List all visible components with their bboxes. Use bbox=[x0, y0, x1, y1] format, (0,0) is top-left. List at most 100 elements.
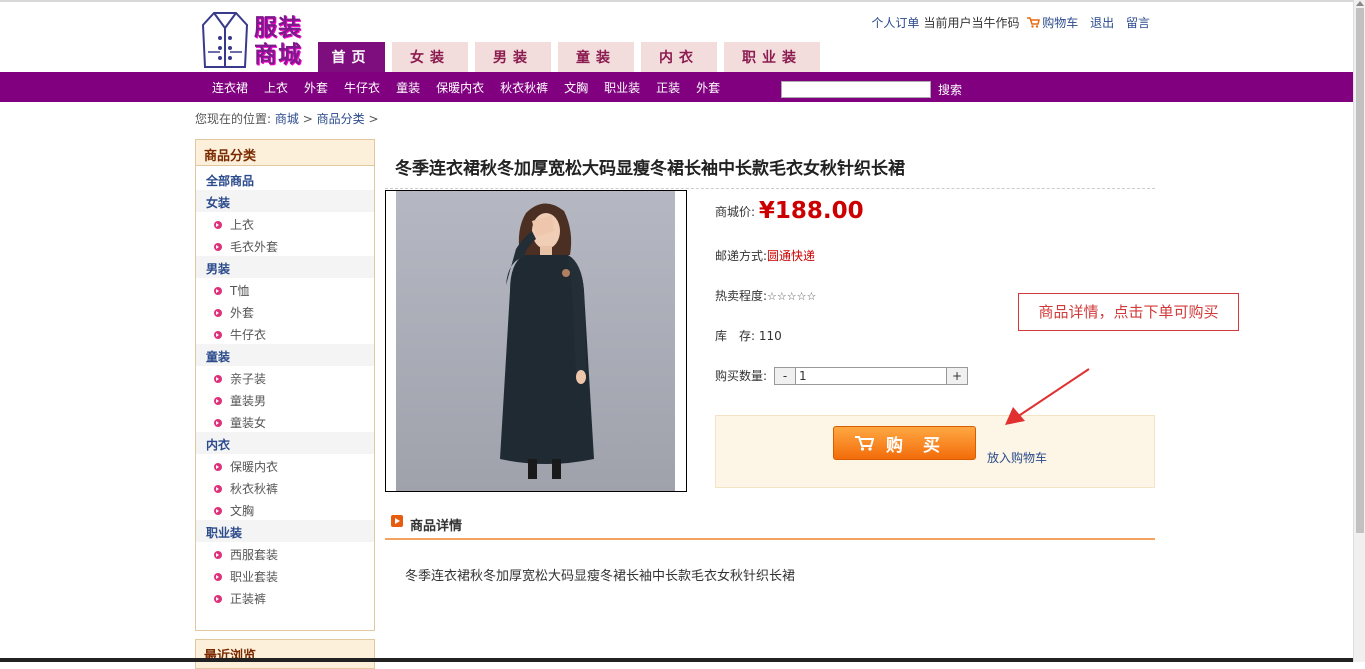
logo-text-line1: 服装 bbox=[254, 14, 302, 41]
nav-item[interactable]: 文胸 bbox=[564, 79, 588, 96]
sidebar-subcategory-label: 正装裤 bbox=[230, 592, 267, 606]
tab-underwear[interactable]: 内衣 bbox=[641, 42, 717, 72]
add-to-cart-link[interactable]: 放入购物车 bbox=[987, 449, 1047, 466]
sidebar-all-products[interactable]: 全部商品 bbox=[196, 166, 374, 190]
bullet-icon bbox=[214, 595, 222, 603]
page-scrollbar[interactable] bbox=[1353, 0, 1365, 662]
sidebar-subcategory[interactable]: 文胸 bbox=[196, 498, 374, 520]
sidebar-subcategory[interactable]: 童装男 bbox=[196, 388, 374, 410]
breadcrumb-separator: > bbox=[368, 112, 379, 126]
sidebar-subcategory[interactable]: 外套 bbox=[196, 300, 374, 322]
stock-value: 110 bbox=[758, 329, 782, 343]
product-image[interactable] bbox=[396, 191, 675, 491]
quantity-label: 购买数量: bbox=[715, 369, 768, 383]
arrow-right-icon bbox=[391, 515, 403, 527]
nav-item[interactable]: 外套 bbox=[696, 79, 720, 96]
sidebar-subcategory-label: 文胸 bbox=[230, 504, 255, 518]
nav-item[interactable]: 童装 bbox=[396, 79, 420, 96]
annotation-arrow-icon bbox=[1005, 368, 1090, 425]
tab-women[interactable]: 女装 bbox=[392, 42, 468, 72]
detail-heading: 商品详情 bbox=[410, 519, 463, 534]
sidebar-subcategory-label: T恤 bbox=[230, 284, 250, 298]
nav-item[interactable]: 连衣裙 bbox=[212, 79, 248, 96]
main-tabs: 首页 女装 男装 童装 内衣 职业装 bbox=[318, 42, 827, 72]
bullet-icon bbox=[214, 331, 222, 339]
sidebar-subcategory[interactable]: 上衣 bbox=[196, 212, 374, 234]
buy-button[interactable]: 购买 bbox=[833, 426, 976, 460]
dress-photo-icon bbox=[396, 191, 675, 491]
bullet-icon bbox=[214, 419, 222, 427]
nav-item[interactable]: 正装 bbox=[656, 79, 680, 96]
scroll-up-icon[interactable] bbox=[1356, 1, 1364, 6]
sidebar-category[interactable]: 童装 bbox=[196, 344, 374, 366]
tab-kids[interactable]: 童装 bbox=[558, 42, 634, 72]
sidebar-subcategory[interactable]: 毛衣外套 bbox=[196, 234, 374, 256]
sidebar-category[interactable]: 女装 bbox=[196, 190, 374, 212]
sidebar-subcategory-label: 童装女 bbox=[230, 416, 267, 430]
sidebar-subcategory[interactable]: 职业套装 bbox=[196, 564, 374, 586]
quantity-minus-button[interactable]: - bbox=[774, 367, 796, 385]
bullet-icon bbox=[214, 375, 222, 383]
breadcrumb-item[interactable]: 商城 bbox=[275, 112, 299, 126]
nav-item[interactable]: 保暖内衣 bbox=[436, 79, 484, 96]
tab-home[interactable]: 首页 bbox=[318, 42, 385, 72]
sidebar-category[interactable]: 内衣 bbox=[196, 432, 374, 454]
sidebar-subcategory-label: 牛仔衣 bbox=[230, 328, 267, 342]
stock-label: 库 存: bbox=[715, 329, 756, 343]
sidebar-subcategory[interactable]: 秋衣秋裤 bbox=[196, 476, 374, 498]
bullet-icon bbox=[214, 463, 222, 471]
nav-item[interactable]: 职业装 bbox=[604, 79, 640, 96]
product-image-frame bbox=[385, 190, 687, 492]
bullet-icon bbox=[214, 221, 222, 229]
navbar-items: 连衣裙 上衣 外套 牛仔衣 童装 保暖内衣 秋衣秋裤 文胸 职业装 正装 外套 bbox=[204, 72, 728, 102]
nav-item[interactable]: 上衣 bbox=[264, 79, 288, 96]
hot-stars: ☆☆☆☆☆ bbox=[767, 290, 817, 303]
detail-section-header: 商品详情 bbox=[385, 512, 1155, 540]
cart-link[interactable]: 购物车 bbox=[1027, 16, 1078, 30]
bullet-icon bbox=[214, 287, 222, 295]
current-user-label: 当前用户 bbox=[923, 16, 972, 30]
price-row: 商城价: ¥188.00 bbox=[715, 198, 864, 224]
tab-workwear[interactable]: 职业装 bbox=[724, 42, 820, 72]
site-logo[interactable]: 服装 商城 bbox=[200, 10, 310, 72]
scrollbar-thumb[interactable] bbox=[1356, 8, 1364, 533]
quantity-plus-button[interactable]: + bbox=[946, 367, 968, 385]
sidebar-subcategory-label: 上衣 bbox=[230, 218, 255, 232]
sidebar-subcategory-label: 外套 bbox=[230, 306, 255, 320]
nav-item[interactable]: 外套 bbox=[304, 79, 328, 96]
nav-item[interactable]: 秋衣秋裤 bbox=[500, 79, 548, 96]
shipping-row: 邮递方式:圆通快递 bbox=[715, 247, 815, 264]
hot-label: 热卖程度: bbox=[715, 289, 768, 303]
sidebar-subcategory[interactable]: 亲子装 bbox=[196, 366, 374, 388]
sidebar-subcategory[interactable]: 童装女 bbox=[196, 410, 374, 432]
quantity-stepper: - 1 + bbox=[774, 367, 968, 385]
logout-link[interactable]: 退出 bbox=[1090, 16, 1114, 30]
cart-icon bbox=[1027, 17, 1041, 28]
product-title: 冬季连衣裙秋冬加厚宽松大码显瘦冬裙长袖中长款毛衣女秋针织长裙 bbox=[395, 159, 905, 179]
bottom-bar bbox=[0, 658, 1353, 662]
search-button[interactable]: 搜索 bbox=[938, 81, 962, 98]
sidebar-subcategory-label: 西服套装 bbox=[230, 548, 279, 562]
shipping-label: 邮递方式: bbox=[715, 249, 768, 263]
sidebar-subcategory[interactable]: 牛仔衣 bbox=[196, 322, 374, 344]
bullet-icon bbox=[214, 551, 222, 559]
search-input[interactable] bbox=[781, 81, 931, 98]
quantity-input[interactable]: 1 bbox=[796, 367, 946, 385]
sidebar-category[interactable]: 职业装 bbox=[196, 520, 374, 542]
sidebar-subcategory[interactable]: 保暖内衣 bbox=[196, 454, 374, 476]
bullet-icon bbox=[214, 507, 222, 515]
price-label: 商城价: bbox=[715, 205, 756, 219]
sidebar-subcategory[interactable]: 西服套装 bbox=[196, 542, 374, 564]
sidebar-subcategory[interactable]: T恤 bbox=[196, 278, 374, 300]
breadcrumb-separator: > bbox=[302, 112, 313, 126]
sidebar-category[interactable]: 男装 bbox=[196, 256, 374, 278]
sidebar-subcategory-label: 童装男 bbox=[230, 394, 267, 408]
nav-item[interactable]: 牛仔衣 bbox=[344, 79, 380, 96]
my-orders-link[interactable]: 个人订单 bbox=[871, 16, 919, 30]
sidebar-subcategory-label: 保暖内衣 bbox=[230, 460, 279, 474]
tab-men[interactable]: 男装 bbox=[475, 42, 551, 72]
breadcrumb-item[interactable]: 商品分类 bbox=[317, 112, 365, 126]
top-border bbox=[0, 0, 1365, 2]
sidebar-subcategory[interactable]: 正装裤 bbox=[196, 586, 374, 608]
message-link[interactable]: 留言 bbox=[1126, 16, 1150, 30]
